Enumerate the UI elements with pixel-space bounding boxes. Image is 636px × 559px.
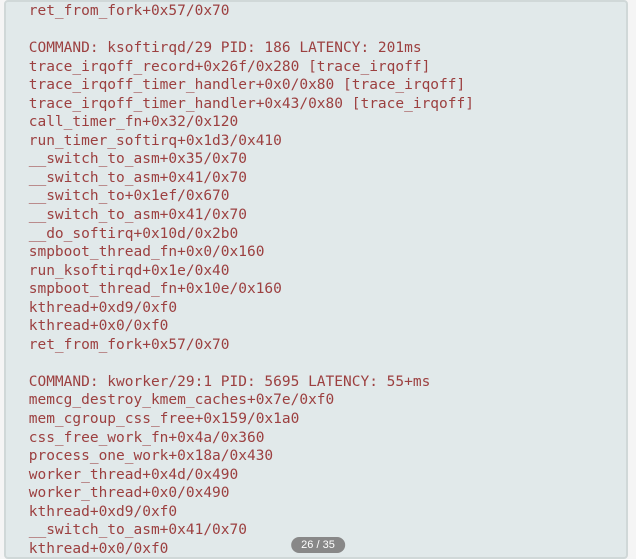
stack-trace-text: ret_from_fork+0x57/0x70 COMMAND: ksoftir… [20, 2, 612, 558]
page-indicator-badge: 26 / 35 [291, 537, 345, 553]
code-trace-panel: ret_from_fork+0x57/0x70 COMMAND: ksoftir… [4, 0, 628, 559]
page-indicator-text: 26 / 35 [301, 539, 335, 551]
